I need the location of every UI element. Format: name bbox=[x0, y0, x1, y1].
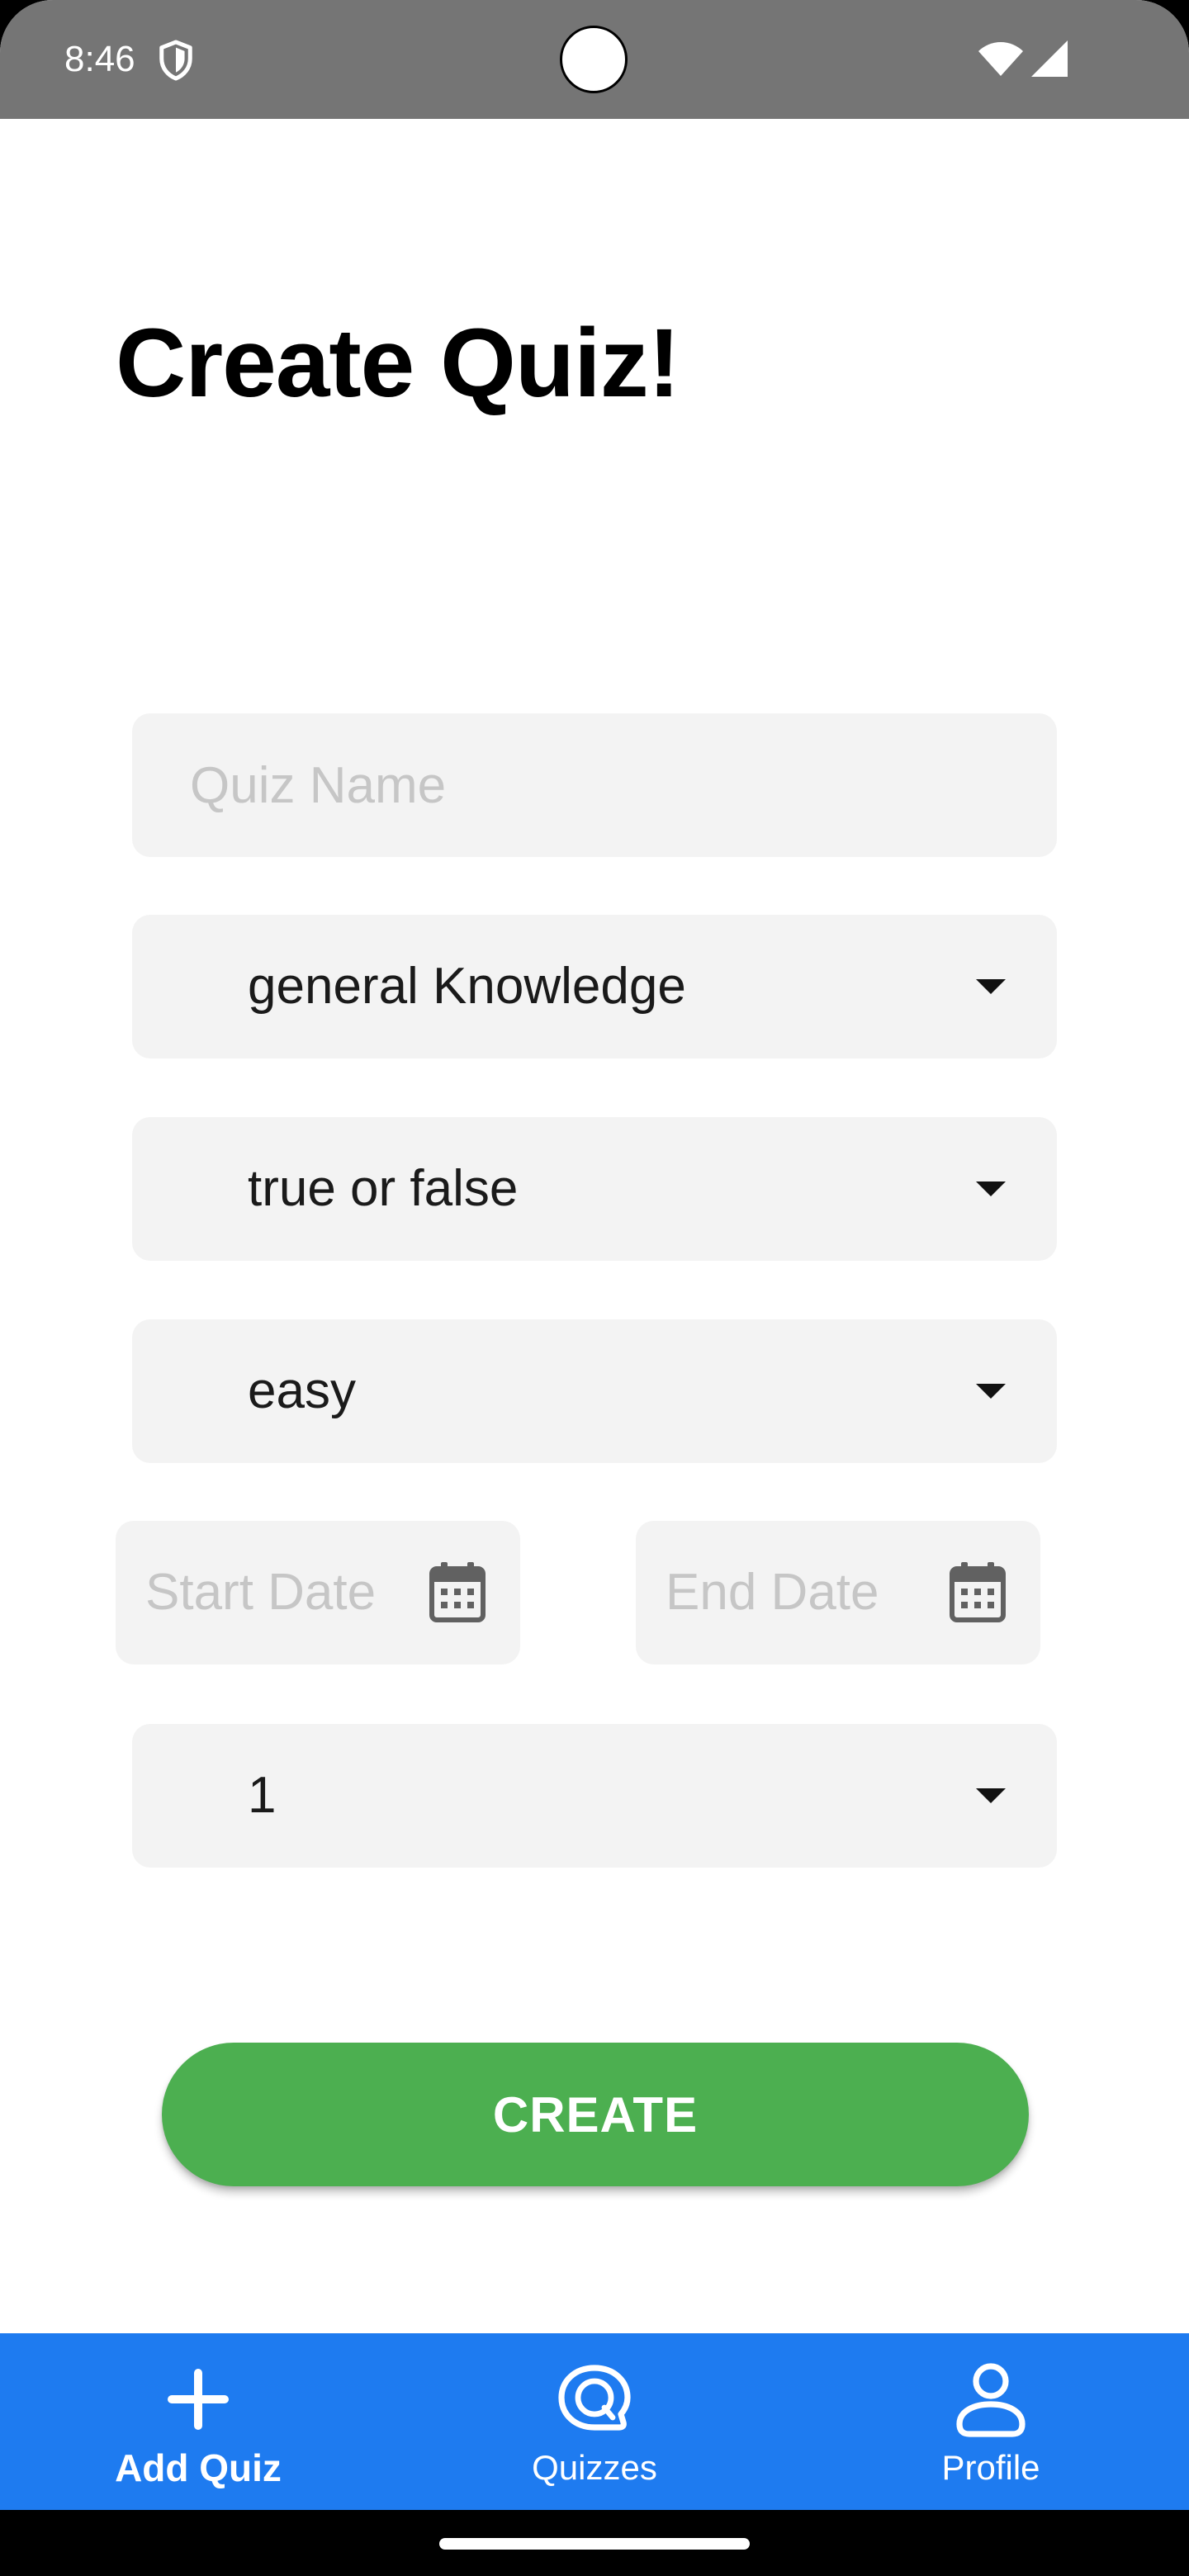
end-date-placeholder: End Date bbox=[666, 1564, 879, 1621]
category-value: general Knowledge bbox=[248, 958, 686, 1015]
shield-icon bbox=[159, 40, 192, 81]
app-screen: 8:46 Create Quiz! general Knowledge true… bbox=[0, 0, 1189, 2510]
camera-cutout bbox=[560, 26, 628, 93]
create-button[interactable]: CREATE bbox=[162, 2043, 1029, 2186]
dropdown-arrow-icon bbox=[976, 1181, 1006, 1196]
difficulty-value: easy bbox=[248, 1362, 356, 1419]
nav-item-quizzes[interactable]: Quizzes bbox=[396, 2333, 793, 2510]
nav-label-add-quiz: Add Quiz bbox=[115, 2446, 282, 2489]
person-icon bbox=[956, 2363, 1026, 2437]
question-type-value: true or false bbox=[248, 1160, 519, 1217]
question-count-value: 1 bbox=[248, 1767, 277, 1824]
nav-label-quizzes: Quizzes bbox=[532, 2448, 657, 2487]
quiz-name-input[interactable] bbox=[190, 713, 1016, 857]
end-date-field[interactable]: End Date bbox=[636, 1521, 1040, 1664]
dropdown-arrow-icon bbox=[976, 1788, 1006, 1803]
page-title: Create Quiz! bbox=[116, 309, 680, 418]
wifi-icon bbox=[978, 42, 1023, 76]
start-date-field[interactable]: Start Date bbox=[116, 1521, 520, 1664]
nav-item-profile[interactable]: Profile bbox=[793, 2333, 1189, 2510]
plus-icon bbox=[168, 2369, 229, 2430]
calendar-icon[interactable] bbox=[950, 1562, 1006, 1623]
category-select[interactable]: general Knowledge bbox=[132, 915, 1057, 1058]
status-bar: 8:46 bbox=[0, 0, 1189, 119]
start-date-placeholder: Start Date bbox=[145, 1564, 377, 1621]
calendar-icon[interactable] bbox=[429, 1562, 486, 1623]
question-count-select[interactable]: 1 bbox=[132, 1724, 1057, 1868]
nav-item-add-quiz[interactable]: Add Quiz bbox=[0, 2333, 396, 2510]
dropdown-arrow-icon bbox=[976, 1384, 1006, 1399]
bottom-nav: Add Quiz Quizzes Profile bbox=[0, 2333, 1189, 2510]
question-type-select[interactable]: true or false bbox=[132, 1117, 1057, 1261]
chat-bubble-icon bbox=[558, 2365, 631, 2431]
status-time: 8:46 bbox=[64, 39, 135, 79]
gesture-handle[interactable] bbox=[439, 2538, 750, 2550]
dropdown-arrow-icon bbox=[976, 979, 1006, 994]
difficulty-select[interactable]: easy bbox=[132, 1319, 1057, 1463]
signal-icon bbox=[1031, 40, 1068, 77]
nav-label-profile: Profile bbox=[941, 2448, 1040, 2487]
quiz-name-field[interactable] bbox=[132, 713, 1057, 857]
